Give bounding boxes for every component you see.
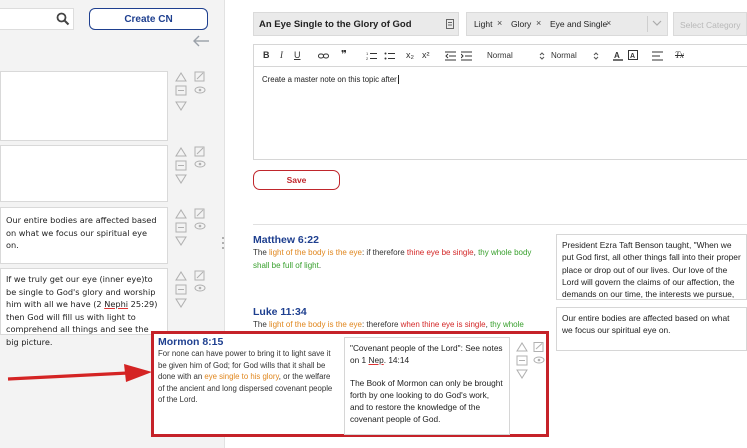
clear-format-button[interactable]: Tx: [675, 50, 684, 60]
scripture-reference[interactable]: Mormon 8:15: [158, 336, 338, 348]
scripture-entry: Mormon 8:15 For none can have power to b…: [158, 336, 338, 406]
category-select[interactable]: Select Category: [673, 12, 747, 36]
bullet-list-icon[interactable]: [384, 51, 395, 61]
editor-toolbar: B I U ❞ 12 x₂ x² Normal Normal A A Tx: [254, 45, 747, 67]
tag-remove-button[interactable]: ×: [536, 18, 541, 28]
tag-glory: Glory: [511, 19, 532, 29]
card-actions: [175, 71, 206, 111]
verse-highlight: eye single to his glory: [204, 372, 279, 382]
text-color-icon[interactable]: A: [613, 50, 623, 61]
size-select[interactable]: Normal: [487, 51, 513, 60]
note-paragraph: The Book of Mormon can only be brought f…: [350, 378, 503, 424]
svg-text:A: A: [614, 51, 620, 60]
verse-segment: The: [253, 320, 270, 329]
scripture-text: For none can have power to bring it to l…: [158, 348, 338, 406]
edit-icon[interactable]: [194, 71, 205, 82]
verse-highlight: when thine eye is single: [400, 320, 486, 329]
background-color-icon[interactable]: A: [628, 50, 638, 61]
note-card[interactable]: Our entire bodies are affected based on …: [0, 207, 168, 264]
panel-resize-handle[interactable]: [221, 236, 225, 250]
quote-button[interactable]: ❞: [341, 48, 347, 61]
note-card[interactable]: [0, 145, 168, 202]
font-select[interactable]: Normal: [551, 51, 577, 60]
red-arrow-annotation: [7, 364, 152, 382]
editor-text: Create a master note on this topic after: [262, 75, 397, 84]
tag-eye-and-single: Eye and Single: [550, 19, 608, 29]
verse-highlight: thine eye be single: [406, 248, 474, 257]
editor-content[interactable]: Create a master note on this topic after: [262, 75, 401, 84]
card-actions: [175, 208, 206, 246]
scripture-reference[interactable]: Matthew 6:22: [253, 234, 549, 246]
verse-segment: The: [253, 248, 270, 257]
chevron-down-icon[interactable]: [652, 19, 662, 27]
scripture-note[interactable]: President Ezra Taft Benson taught, "When…: [556, 234, 747, 300]
scripture-text: The light of the body is the eye: theref…: [253, 318, 549, 331]
verse-segment: : if therefore: [361, 248, 407, 257]
card-actions: [175, 270, 206, 308]
note-paragraph: "Covenant people of the Lord": See notes…: [350, 343, 503, 365]
scripture-reference[interactable]: Luke 11:34: [253, 306, 549, 318]
verse-segment: : therefore: [361, 320, 401, 329]
verse-segment: .: [318, 261, 322, 270]
tag-remove-button[interactable]: ×: [497, 18, 502, 28]
note-card-text: Our entire bodies are affected based on …: [6, 215, 157, 250]
indent-icon[interactable]: [461, 51, 472, 61]
card-actions: [175, 146, 206, 184]
scripture-entry: Luke 11:34 The light of the body is the …: [253, 306, 549, 331]
superscript-button[interactable]: x²: [422, 50, 430, 60]
outdent-icon[interactable]: [445, 51, 456, 61]
scripture-ref-link[interactable]: Nep: [368, 355, 383, 365]
scripture-ref-link[interactable]: Nephi: [104, 299, 128, 309]
link-icon[interactable]: [318, 51, 329, 61]
text-cursor: [397, 75, 401, 84]
save-button[interactable]: Save: [253, 170, 340, 190]
ordered-list-icon[interactable]: 12: [366, 51, 377, 61]
create-cn-button[interactable]: Create CN: [89, 8, 208, 30]
minus-icon[interactable]: [175, 85, 187, 96]
underline-button[interactable]: U: [294, 50, 301, 60]
tag-remove-button[interactable]: ×: [606, 18, 611, 28]
align-icon[interactable]: [652, 51, 663, 61]
topic-title-input[interactable]: An Eye Single to the Glory of God: [253, 12, 459, 36]
italic-button[interactable]: I: [280, 50, 283, 60]
updown-icon: [539, 52, 545, 60]
card-actions: [516, 342, 545, 379]
scripture-note[interactable]: "Covenant people of the Lord": See notes…: [344, 337, 510, 435]
divider: [253, 224, 747, 225]
triangle-up-icon[interactable]: [175, 72, 187, 82]
back-arrow-icon[interactable]: [192, 34, 210, 48]
tags-input[interactable]: Light × Glory × Eye and Single ×: [466, 12, 668, 36]
verse-highlight: thy whole: [490, 320, 524, 329]
eye-icon[interactable]: [194, 86, 206, 94]
note-card[interactable]: If we truly get our eye (inner eye)to be…: [0, 268, 168, 347]
scripture-entry: Matthew 6:22 The light of the body is th…: [253, 234, 549, 272]
svg-text:2: 2: [366, 56, 369, 61]
verse-highlight: light of the body is the eye: [269, 320, 362, 329]
highlighted-scripture-entry: Mormon 8:15 For none can have power to b…: [151, 331, 549, 437]
scripture-text: The light of the body is the eye: if the…: [253, 246, 549, 272]
document-icon[interactable]: [446, 19, 454, 29]
tag-light: Light: [474, 19, 493, 29]
verse-highlight: light of the body is the eye: [269, 248, 362, 257]
scripture-note[interactable]: Our entire bodies are affected based on …: [556, 307, 747, 351]
triangle-down-icon[interactable]: [175, 101, 187, 111]
bold-button[interactable]: B: [263, 50, 270, 60]
svg-text:A: A: [630, 53, 635, 60]
note-card[interactable]: [0, 71, 168, 141]
search-icon[interactable]: [56, 12, 70, 26]
note-editor[interactable]: B I U ❞ 12 x₂ x² Normal Normal A A Tx Cr…: [253, 44, 747, 160]
updown-icon: [593, 52, 599, 60]
subscript-button[interactable]: x₂: [406, 50, 414, 60]
